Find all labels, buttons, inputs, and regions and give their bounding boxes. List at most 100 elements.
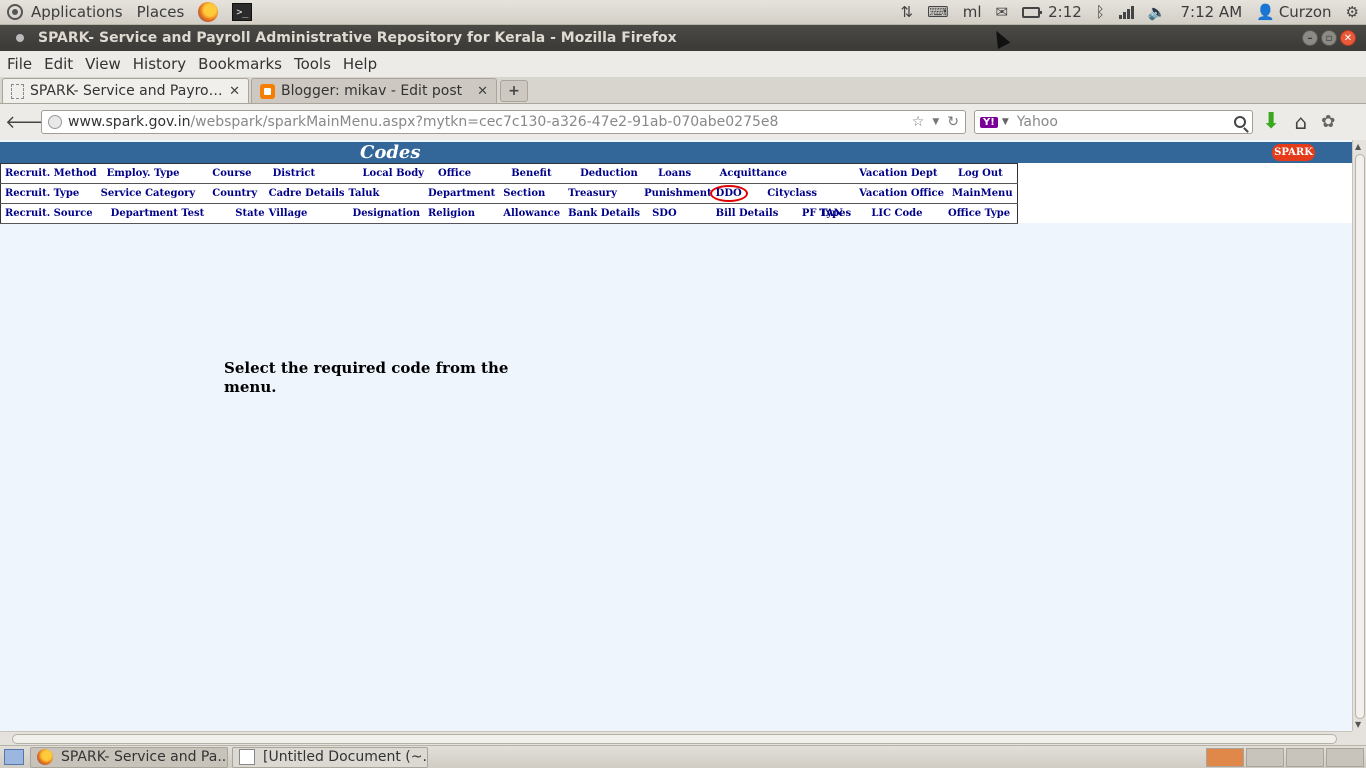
workspace-4[interactable]: [1326, 747, 1364, 767]
menu-link-department-test[interactable]: Department Test: [100, 203, 209, 224]
firefox-launcher[interactable]: [191, 0, 225, 24]
menu-link-village[interactable]: Village: [268, 203, 349, 224]
workspace-3[interactable]: [1286, 747, 1324, 767]
window-menu-icon[interactable]: [16, 34, 24, 42]
menu-link-vacation-office[interactable]: Vacation Office: [855, 183, 948, 204]
battery-indicator[interactable]: 2:12: [1015, 0, 1089, 24]
menu-link-mainmenu[interactable]: MainMenu: [948, 183, 1018, 204]
reload-icon[interactable]: ↻: [947, 114, 959, 130]
yahoo-icon[interactable]: Y!: [980, 116, 998, 128]
url-dropdown-icon[interactable]: ▼: [932, 117, 939, 127]
menu-edit[interactable]: Edit: [38, 55, 79, 73]
menu-link-taluk[interactable]: Taluk: [348, 183, 428, 204]
menu-link-religion[interactable]: Religion: [428, 203, 500, 224]
new-tab-button[interactable]: +: [500, 80, 528, 102]
menu-link-district[interactable]: District: [268, 163, 349, 184]
menu-link-designation[interactable]: Designation: [348, 203, 428, 224]
menu-link-cityclass[interactable]: Cityclass: [767, 188, 817, 199]
back-button[interactable]: 🡐: [5, 112, 53, 133]
system-menu[interactable]: ⚙: [1339, 0, 1366, 24]
menu-link-recruit-type[interactable]: Recruit. Type: [0, 183, 101, 204]
tab-spark[interactable]: SPARK- Service and Payroll ... ✕: [2, 78, 249, 103]
menu-link-ddo[interactable]: DDO Cityclass: [709, 183, 856, 204]
minimize-button[interactable]: –: [1302, 30, 1318, 46]
mail-icon: ✉: [995, 3, 1009, 21]
volume-indicator[interactable]: 🔈: [1141, 0, 1174, 24]
menu-link-office[interactable]: Office: [428, 163, 500, 184]
tab-bar: SPARK- Service and Payroll ... ✕ Blogger…: [0, 77, 1366, 104]
signal-indicator[interactable]: [1112, 0, 1141, 24]
menu-help[interactable]: Help: [337, 55, 383, 73]
addon-icon[interactable]: ✿: [1321, 112, 1335, 132]
firefox-icon: [37, 749, 53, 765]
menu-link-employ-type[interactable]: Employ. Type: [100, 163, 209, 184]
places-menu[interactable]: Places: [130, 0, 192, 24]
menu-link-tan[interactable]: TAN: [819, 208, 843, 219]
menu-link-recruit-source[interactable]: Recruit. Source: [0, 203, 101, 224]
menu-link-bank-details[interactable]: Bank Details: [564, 203, 645, 224]
maximize-button[interactable]: ▫: [1321, 30, 1337, 46]
menu-link-state[interactable]: State: [208, 203, 269, 224]
menu-link-punishment[interactable]: Punishment: [644, 183, 716, 204]
menu-link-section[interactable]: Section: [499, 183, 565, 204]
menu-link-office-type[interactable]: Office Type: [948, 203, 1018, 224]
menu-link-sdo[interactable]: SDO: [644, 203, 716, 224]
horizontal-scroll-thumb[interactable]: [12, 734, 1337, 744]
menu-link-recruit-method[interactable]: Recruit. Method: [0, 163, 101, 184]
taskbar-item-label: [Untitled Document (~...: [263, 749, 428, 765]
menu-link-cadre-details[interactable]: Cadre Details: [268, 183, 349, 204]
menu-bookmarks[interactable]: Bookmarks: [192, 55, 288, 73]
taskbar-item-firefox[interactable]: SPARK- Service and Pa...: [30, 746, 228, 768]
user-menu[interactable]: 👤 Curzon: [1249, 0, 1338, 24]
tab-blogger[interactable]: Blogger: mikav - Edit post ✕: [251, 78, 497, 103]
menu-link-tan-lic[interactable]: TAN LIC Code: [819, 203, 948, 224]
menu-link-course[interactable]: Course: [208, 163, 269, 184]
window-titlebar[interactable]: SPARK- Service and Payroll Administrativ…: [0, 25, 1366, 51]
workspace-1[interactable]: [1206, 747, 1244, 767]
search-engine-dropdown-icon[interactable]: ▼: [1002, 117, 1009, 127]
keyboard-indicator[interactable]: ⌨: [920, 0, 956, 24]
menu-view[interactable]: View: [79, 55, 127, 73]
workspace-2[interactable]: [1246, 747, 1284, 767]
menu-link-lic-code[interactable]: LIC Code: [871, 208, 922, 219]
menu-link-deduction[interactable]: Deduction: [564, 163, 645, 184]
menu-tools[interactable]: Tools: [288, 55, 337, 73]
applications-menu[interactable]: Applications: [0, 0, 130, 24]
download-arrow-icon[interactable]: ⬇: [1262, 110, 1280, 134]
terminal-launcher[interactable]: >_: [225, 0, 259, 24]
keyboard-layout-indicator[interactable]: ml: [956, 0, 989, 24]
menu-link-country[interactable]: Country: [208, 183, 269, 204]
close-tab-icon[interactable]: ✕: [229, 84, 240, 99]
close-window-button[interactable]: ✕: [1340, 30, 1356, 46]
home-icon[interactable]: ⌂: [1294, 110, 1307, 134]
bluetooth-indicator[interactable]: ᛒ: [1089, 0, 1112, 24]
menu-history[interactable]: History: [127, 55, 192, 73]
menu-link-department[interactable]: Department: [428, 183, 500, 204]
menu-link-loans[interactable]: Loans: [644, 163, 716, 184]
menu-file[interactable]: File: [1, 55, 38, 73]
menu-link-vacation-dept[interactable]: Vacation Dept: [855, 163, 948, 184]
horizontal-scrollbar[interactable]: [0, 731, 1352, 745]
close-tab-icon[interactable]: ✕: [477, 84, 488, 99]
scroll-down-icon[interactable]: ▼: [1355, 720, 1361, 729]
bookmark-star-icon[interactable]: ☆: [912, 114, 925, 130]
menu-link-benefit[interactable]: Benefit: [499, 163, 565, 184]
menu-link-acquittance[interactable]: Acquittance: [715, 163, 856, 184]
search-icon[interactable]: [1234, 116, 1246, 128]
menu-link-service-category[interactable]: Service Category: [100, 183, 209, 204]
menu-link-local-body[interactable]: Local Body: [348, 163, 428, 184]
show-desktop-icon[interactable]: [4, 749, 24, 765]
mail-indicator[interactable]: ✉: [989, 0, 1016, 24]
menu-link-allowance[interactable]: Allowance: [499, 203, 565, 224]
vertical-scrollbar[interactable]: ▲ ▼: [1352, 140, 1366, 731]
menu-link-treasury[interactable]: Treasury: [564, 183, 645, 204]
vertical-scroll-thumb[interactable]: [1355, 154, 1365, 719]
network-indicator[interactable]: ⇅: [894, 0, 921, 24]
clock[interactable]: 7:12 AM: [1173, 0, 1249, 24]
menu-link-log-out[interactable]: Log Out: [948, 163, 1018, 184]
taskbar-item-document[interactable]: [Untitled Document (~...: [232, 746, 428, 768]
scroll-up-icon[interactable]: ▲: [1355, 142, 1361, 151]
search-bar[interactable]: Y! ▼ Yahoo: [974, 110, 1253, 134]
url-bar[interactable]: www.spark.gov.in/webspark/sparkMainMenu.…: [41, 110, 966, 134]
document-icon: [239, 749, 255, 765]
